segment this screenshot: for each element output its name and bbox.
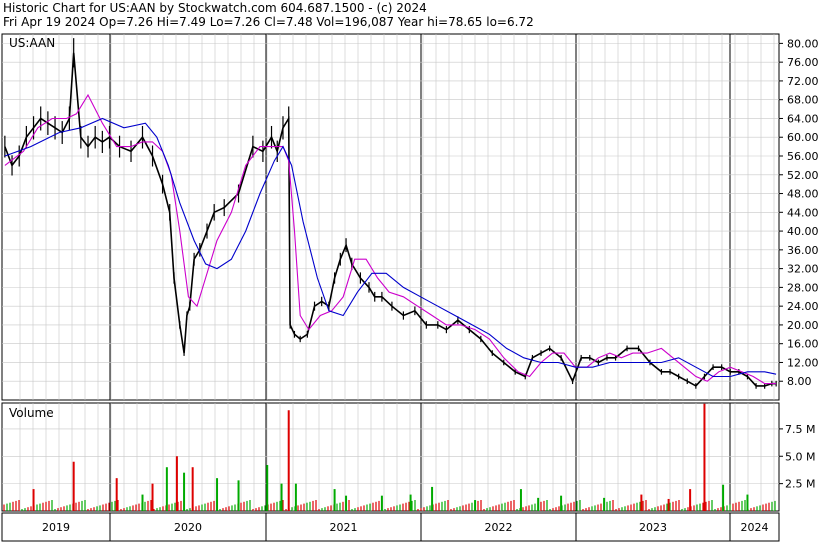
x-tick-label: 2021	[330, 521, 358, 534]
x-tick-label: 2024	[741, 521, 769, 534]
price-tick-label: 40.00	[787, 225, 819, 238]
volume-tick-label: 5.0 M	[785, 450, 815, 463]
price-tick-label: 20.00	[787, 319, 819, 332]
price-tick-label: 24.00	[787, 300, 819, 313]
price-tick-label: 64.00	[787, 112, 819, 125]
price-tick-label: 36.00	[787, 244, 819, 257]
price-tick-label: 76.00	[787, 56, 819, 69]
price-tick-label: 32.00	[787, 263, 819, 276]
price-tick-label: 28.00	[787, 281, 819, 294]
price-tick-label: 12.00	[787, 356, 819, 369]
x-tick-label: 2022	[485, 521, 513, 534]
price-tick-label: 16.00	[787, 338, 819, 351]
volume-panel-title: Volume	[9, 406, 54, 420]
volume-y-axis: 7.5 M 5.0 M 2.5 M	[779, 423, 815, 491]
price-tick-label: 8.00	[787, 375, 812, 388]
x-tick-label: 2023	[639, 521, 667, 534]
x-tick-label: 2020	[174, 521, 202, 534]
price-tick-label: 52.00	[787, 169, 819, 182]
price-panel-frame	[1, 33, 780, 401]
price-tick-label: 44.00	[787, 206, 819, 219]
volume-tick-label: 7.5 M	[785, 423, 815, 436]
price-tick-label: 80.00	[787, 37, 819, 50]
price-panel-symbol: US:AAN	[9, 36, 55, 50]
x-tick-label: 2019	[42, 521, 70, 534]
volume-panel-frame	[1, 402, 780, 512]
price-tick-label: 60.00	[787, 131, 819, 144]
price-tick-label: 56.00	[787, 150, 819, 163]
price-tick-label: 68.00	[787, 94, 819, 107]
volume-tick-label: 2.5 M	[785, 478, 815, 491]
price-tick-label: 72.00	[787, 75, 819, 88]
price-y-axis: 80.00 76.00 72.00 68.00 64.00 60.00 56.00 52.00…	[779, 37, 819, 388]
price-tick-label: 48.00	[787, 188, 819, 201]
stock-chart: 80.00 76.00 72.00 68.00 64.00 60.00 56.00 52.00…	[1, 33, 819, 542]
